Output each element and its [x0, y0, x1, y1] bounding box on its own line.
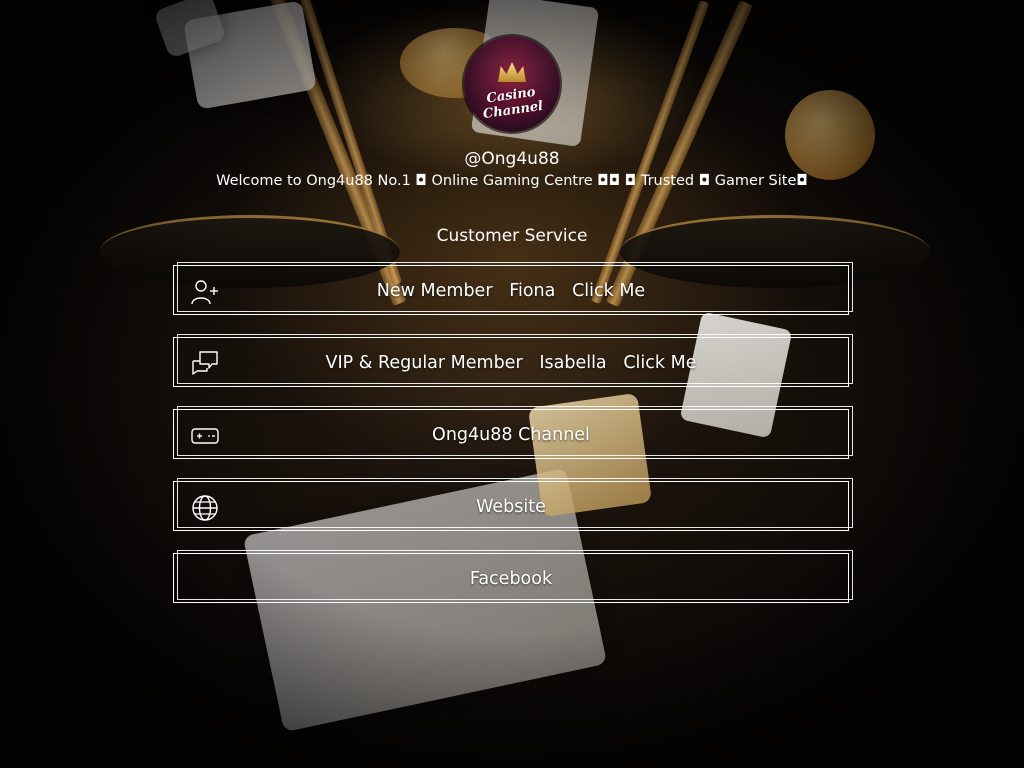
link-label: Ong4u88 Channel: [432, 425, 590, 445]
link-label: Facebook: [469, 569, 553, 589]
new-member-link-button[interactable]: New Member Fiona Click Me: [173, 262, 853, 315]
section-title: Customer Service: [436, 226, 588, 246]
channel-avatar[interactable]: Casino Channel: [464, 36, 560, 132]
link-label: VIP & Regular Member Isabella Click Me: [325, 353, 697, 373]
vip-member-link-button[interactable]: VIP & Regular Member Isabella Click Me: [173, 334, 853, 387]
avatar-logo-text: Casino Channel: [482, 84, 544, 123]
welcome-text: Welcome to Ong4u88 No.1 ◘ Online Gaming …: [216, 173, 808, 189]
page-background: Casino Channel @Ong4u88 Welcome to Ong4u…: [0, 0, 1024, 768]
link-label: Website: [476, 497, 546, 517]
facebook-link-button[interactable]: Facebook: [173, 550, 853, 603]
website-link-button[interactable]: Website: [173, 478, 853, 531]
link-label: New Member Fiona Click Me: [376, 281, 646, 301]
profile-handle: @Ong4u88: [464, 149, 560, 169]
crown-icon: [498, 62, 526, 82]
channel-link-button[interactable]: Ong4u88 Channel: [173, 406, 853, 459]
